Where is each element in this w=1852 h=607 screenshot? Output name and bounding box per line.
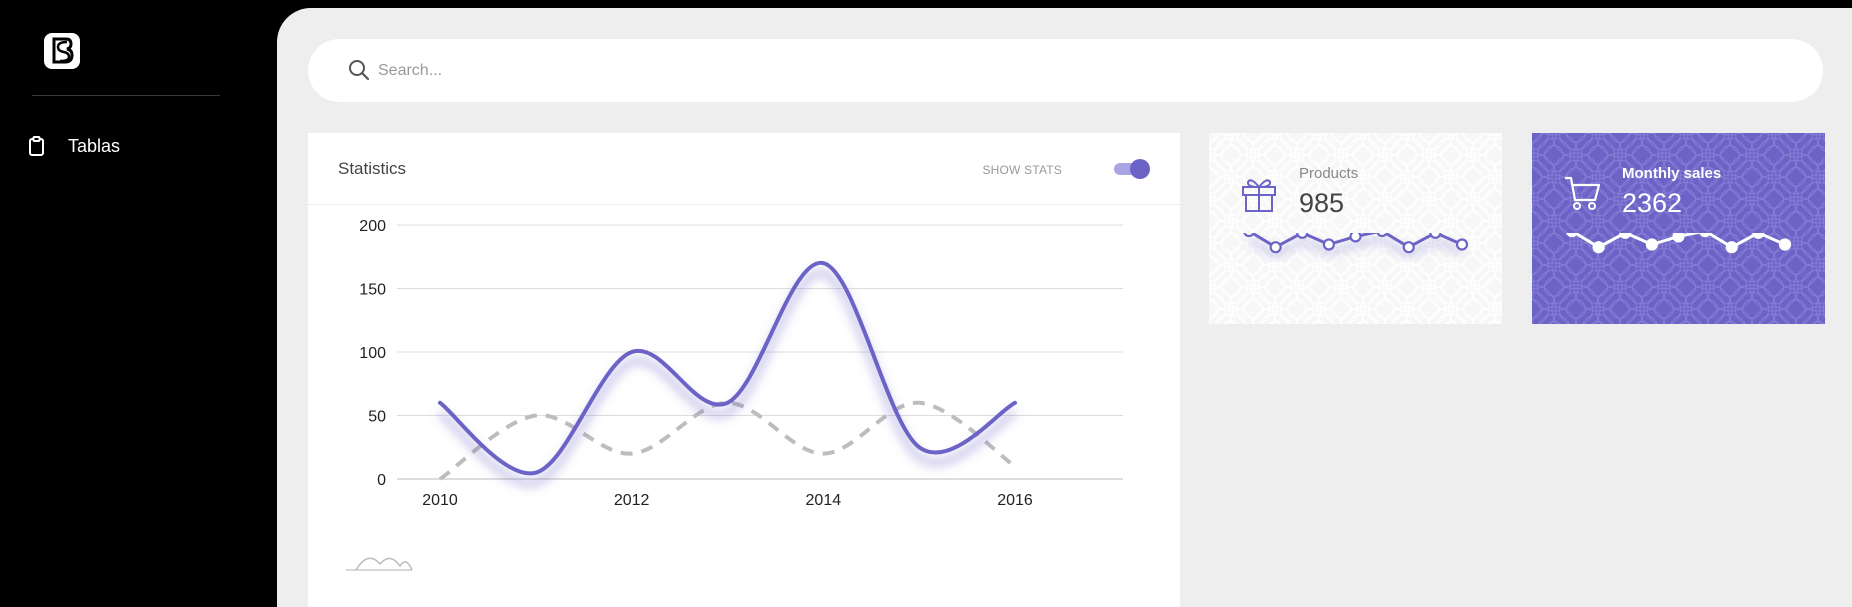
y-tick-label: 0 <box>377 472 386 489</box>
monthly-sales-label: Monthly sales <box>1622 165 1722 182</box>
x-tick-label: 2014 <box>806 492 842 509</box>
sparkline-point <box>1725 241 1738 254</box>
sparkline-point <box>1455 238 1469 251</box>
cart-icon <box>1562 173 1602 218</box>
products-label: Products <box>1299 165 1359 182</box>
sparkline-point <box>1243 233 1255 238</box>
sparkline-point <box>1296 233 1309 239</box>
y-tick-label: 50 <box>368 409 386 426</box>
sparkline-point <box>1619 233 1632 239</box>
sparkline-point <box>1349 233 1362 243</box>
clipboard-icon <box>28 136 48 156</box>
x-tick-label: 2010 <box>422 492 458 509</box>
products-card: Products 985 <box>1209 133 1502 324</box>
chart-thumbnail-icon <box>346 557 413 571</box>
sparkline-point <box>1566 233 1578 238</box>
statistics-card: Statistics SHOW STATS 0 50 100 150 200 2010 20… <box>308 133 1180 607</box>
sparkline-point <box>1322 238 1335 251</box>
statistics-title: Statistics <box>338 159 407 178</box>
toggle-knob <box>1130 159 1150 179</box>
sparkline-point <box>1672 233 1685 243</box>
show-stats-label: SHOW STATS <box>982 163 1062 177</box>
search-icon[interactable] <box>348 59 370 86</box>
sparkline-point <box>1376 233 1388 238</box>
sparkline-point <box>1429 233 1442 239</box>
y-tick-label: 200 <box>359 218 386 235</box>
sidebar-divider <box>32 95 220 96</box>
sparkline-point <box>1592 241 1605 254</box>
sparkline-point <box>1269 241 1282 254</box>
sparkline-point <box>1402 241 1415 254</box>
monthly-sales-sparkline <box>1566 233 1792 254</box>
sidebar-item-tablas[interactable]: Tablas <box>28 132 120 160</box>
x-tick-label: 2012 <box>614 492 650 509</box>
y-tick-label: 150 <box>359 282 386 299</box>
sparkline-point <box>1778 238 1792 251</box>
x-tick-label: 2016 <box>997 492 1033 509</box>
search-bar[interactable] <box>308 39 1823 102</box>
monthly-sales-card: Monthly sales 2362 <box>1532 133 1825 324</box>
products-value: 985 <box>1299 188 1345 218</box>
gift-icon <box>1239 173 1279 218</box>
sparkline-point <box>1752 233 1765 239</box>
y-tick-label: 100 <box>359 345 386 362</box>
products-sparkline <box>1243 233 1469 259</box>
statistics-header: Statistics SHOW STATS <box>308 133 1180 205</box>
search-input[interactable] <box>378 61 1678 80</box>
main-content: Statistics SHOW STATS 0 50 100 150 200 2010 20… <box>277 8 1852 607</box>
statistics-chart: 0 50 100 150 200 2010 2012 2014 2016 <box>346 218 1123 571</box>
logo-icon[interactable] <box>44 33 80 69</box>
sparkline-point <box>1645 238 1658 251</box>
sidebar-item-label: Tablas <box>68 135 121 156</box>
show-stats-toggle[interactable] <box>1114 159 1150 179</box>
sidebar: Tablas <box>0 0 277 607</box>
series-line-primary <box>438 261 1017 476</box>
sparkline-point <box>1699 233 1711 238</box>
monthly-sales-value: 2362 <box>1622 188 1683 218</box>
